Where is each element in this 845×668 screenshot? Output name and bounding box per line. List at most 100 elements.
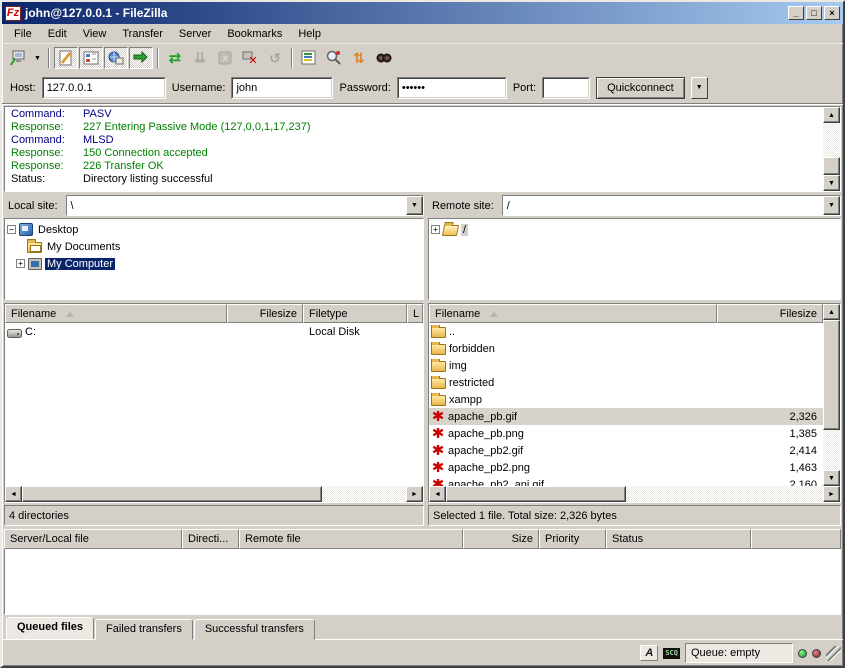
scroll-down-icon[interactable]: ▼ bbox=[823, 470, 840, 486]
local-column-filesize[interactable]: Filesize bbox=[227, 304, 303, 323]
toggle-message-log-icon[interactable] bbox=[54, 47, 78, 69]
scroll-left-icon[interactable]: ◄ bbox=[5, 486, 22, 502]
chevron-down-icon[interactable]: ▼ bbox=[823, 196, 840, 215]
ascii-transfer-type-icon[interactable]: A bbox=[640, 645, 658, 661]
site-manager-icon[interactable] bbox=[6, 47, 30, 69]
scroll-up-icon[interactable]: ▲ bbox=[823, 107, 840, 123]
local-site-label: Local site: bbox=[4, 198, 62, 214]
menu-file[interactable]: File bbox=[6, 26, 40, 42]
scroll-up-icon[interactable]: ▲ bbox=[823, 304, 840, 320]
tab-failed-transfers[interactable]: Failed transfers bbox=[95, 619, 193, 640]
remote-site-value[interactable]: / bbox=[503, 196, 823, 215]
queue-column-server-local-file[interactable]: Server/Local file bbox=[4, 529, 182, 549]
queue-column-remote-file[interactable]: Remote file bbox=[239, 529, 463, 549]
synchronized-browsing-icon[interactable]: ⇅ bbox=[347, 47, 371, 69]
local-column-lastmodified[interactable]: L bbox=[407, 304, 423, 323]
remote-file-row[interactable]: ✱apache_pb.png1,385 bbox=[429, 425, 823, 442]
remote-file-row[interactable]: img bbox=[429, 357, 823, 374]
remote-tree: + / bbox=[428, 218, 841, 300]
close-button[interactable]: × bbox=[824, 6, 840, 20]
local-column-filename[interactable]: Filename bbox=[5, 304, 227, 323]
tab-successful-transfers[interactable]: Successful transfers bbox=[194, 619, 315, 640]
scroll-thumb[interactable] bbox=[823, 157, 840, 175]
remote-file-row[interactable]: forbidden bbox=[429, 340, 823, 357]
local-site-value[interactable]: \ bbox=[67, 196, 406, 215]
remote-file-row[interactable]: ✱apache_pb2.gif2,414 bbox=[429, 442, 823, 459]
toggle-transfer-queue-icon[interactable] bbox=[129, 47, 153, 69]
tree-item-my-documents[interactable]: My Documents bbox=[7, 238, 421, 255]
menu-edit[interactable]: Edit bbox=[40, 26, 75, 42]
scroll-right-icon[interactable]: ► bbox=[823, 486, 840, 502]
disconnect-icon[interactable]: ✕ bbox=[238, 47, 262, 69]
scroll-thumb[interactable] bbox=[22, 486, 322, 502]
menu-bar: File Edit View Transfer Server Bookmarks… bbox=[2, 24, 843, 44]
remote-horizontal-scrollbar[interactable]: ◄ ► bbox=[429, 486, 840, 502]
cancel-operation-icon[interactable]: x bbox=[213, 47, 237, 69]
collapse-icon[interactable]: − bbox=[7, 225, 16, 234]
tree-item-my-computer[interactable]: + My Computer bbox=[7, 255, 421, 272]
queue-tab-bar: Queued files Failed transfers Successful… bbox=[2, 615, 843, 640]
log-scrollbar[interactable]: ▲ ▼ bbox=[823, 107, 840, 191]
log-label: Response: bbox=[11, 160, 83, 173]
toggle-local-tree-icon[interactable] bbox=[79, 47, 103, 69]
tab-queued-files[interactable]: Queued files bbox=[6, 617, 94, 639]
log-text: PASV bbox=[83, 108, 112, 121]
compare-directories-icon[interactable] bbox=[372, 47, 396, 69]
local-file-row[interactable]: C: Local Disk bbox=[5, 323, 423, 340]
queue-column-status[interactable]: Status bbox=[606, 529, 751, 549]
status-bar: A SCQ Queue: empty bbox=[2, 640, 843, 666]
expand-icon[interactable]: + bbox=[16, 259, 25, 268]
scroll-thumb[interactable] bbox=[446, 486, 626, 502]
log-label: Response: bbox=[11, 121, 83, 134]
site-manager-dropdown-icon[interactable]: ▼ bbox=[31, 47, 44, 69]
process-queue-icon[interactable]: ⇊ bbox=[188, 47, 212, 69]
remote-column-filename[interactable]: Filename bbox=[429, 304, 717, 323]
menu-bookmarks[interactable]: Bookmarks bbox=[219, 26, 290, 42]
remote-file-row-selected[interactable]: ✱apache_pb.gif2,326 bbox=[429, 408, 823, 425]
remote-file-row[interactable]: xampp bbox=[429, 391, 823, 408]
remote-file-row[interactable]: ✱apache_pb2_ani.gif2,160 bbox=[429, 476, 823, 486]
chevron-down-icon[interactable]: ▼ bbox=[406, 196, 423, 215]
file-search-icon[interactable] bbox=[322, 47, 346, 69]
tree-item-root[interactable]: + / bbox=[431, 221, 838, 238]
password-input[interactable] bbox=[399, 79, 505, 97]
menu-help[interactable]: Help bbox=[290, 26, 329, 42]
quickconnect-dropdown-icon[interactable]: ▼ bbox=[691, 77, 708, 99]
queue-column-direction[interactable]: Directi... bbox=[182, 529, 239, 549]
toggle-remote-tree-icon[interactable] bbox=[104, 47, 128, 69]
host-input[interactable] bbox=[44, 79, 164, 97]
resize-grip[interactable] bbox=[826, 646, 841, 661]
minimize-button[interactable]: _ bbox=[788, 6, 804, 20]
expand-icon[interactable]: + bbox=[431, 225, 440, 234]
remote-file-row[interactable]: restricted bbox=[429, 374, 823, 391]
remote-vertical-scrollbar[interactable]: ▲ ▼ bbox=[823, 304, 840, 486]
remote-file-row[interactable]: ✱apache_pb2.png1,463 bbox=[429, 459, 823, 476]
port-input[interactable] bbox=[544, 79, 588, 97]
scroll-right-icon[interactable]: ► bbox=[406, 486, 423, 502]
reconnect-icon[interactable]: ↺ bbox=[263, 47, 287, 69]
refresh-icon[interactable]: ⇄ bbox=[163, 47, 187, 69]
queue-column-priority[interactable]: Priority bbox=[539, 529, 606, 549]
directory-filter-icon[interactable] bbox=[297, 47, 321, 69]
username-input[interactable] bbox=[233, 79, 331, 97]
remote-site-combo[interactable]: / ▼ bbox=[502, 195, 841, 216]
scroll-left-icon[interactable]: ◄ bbox=[429, 486, 446, 502]
sort-ascending-icon bbox=[66, 311, 74, 317]
menu-transfer[interactable]: Transfer bbox=[114, 26, 171, 42]
queue-column-size[interactable]: Size bbox=[463, 529, 539, 549]
remote-column-filesize[interactable]: Filesize bbox=[717, 304, 823, 323]
local-site-combo[interactable]: \ ▼ bbox=[66, 195, 424, 216]
scroll-thumb[interactable] bbox=[823, 320, 840, 430]
remote-file-row[interactable]: .. bbox=[429, 323, 823, 340]
speed-limit-badge-icon[interactable]: SCQ bbox=[663, 648, 680, 659]
tree-item-desktop[interactable]: − Desktop bbox=[7, 221, 421, 238]
maximize-button[interactable]: □ bbox=[806, 6, 822, 20]
scroll-down-icon[interactable]: ▼ bbox=[823, 175, 840, 191]
queue-list[interactable] bbox=[4, 549, 841, 615]
local-column-filetype[interactable]: Filetype bbox=[303, 304, 407, 323]
menu-server[interactable]: Server bbox=[171, 26, 219, 42]
quickconnect-button[interactable]: Quickconnect bbox=[596, 77, 685, 99]
local-horizontal-scrollbar[interactable]: ◄ ► bbox=[5, 486, 423, 502]
menu-view[interactable]: View bbox=[75, 26, 115, 42]
log-label: Response: bbox=[11, 147, 83, 160]
